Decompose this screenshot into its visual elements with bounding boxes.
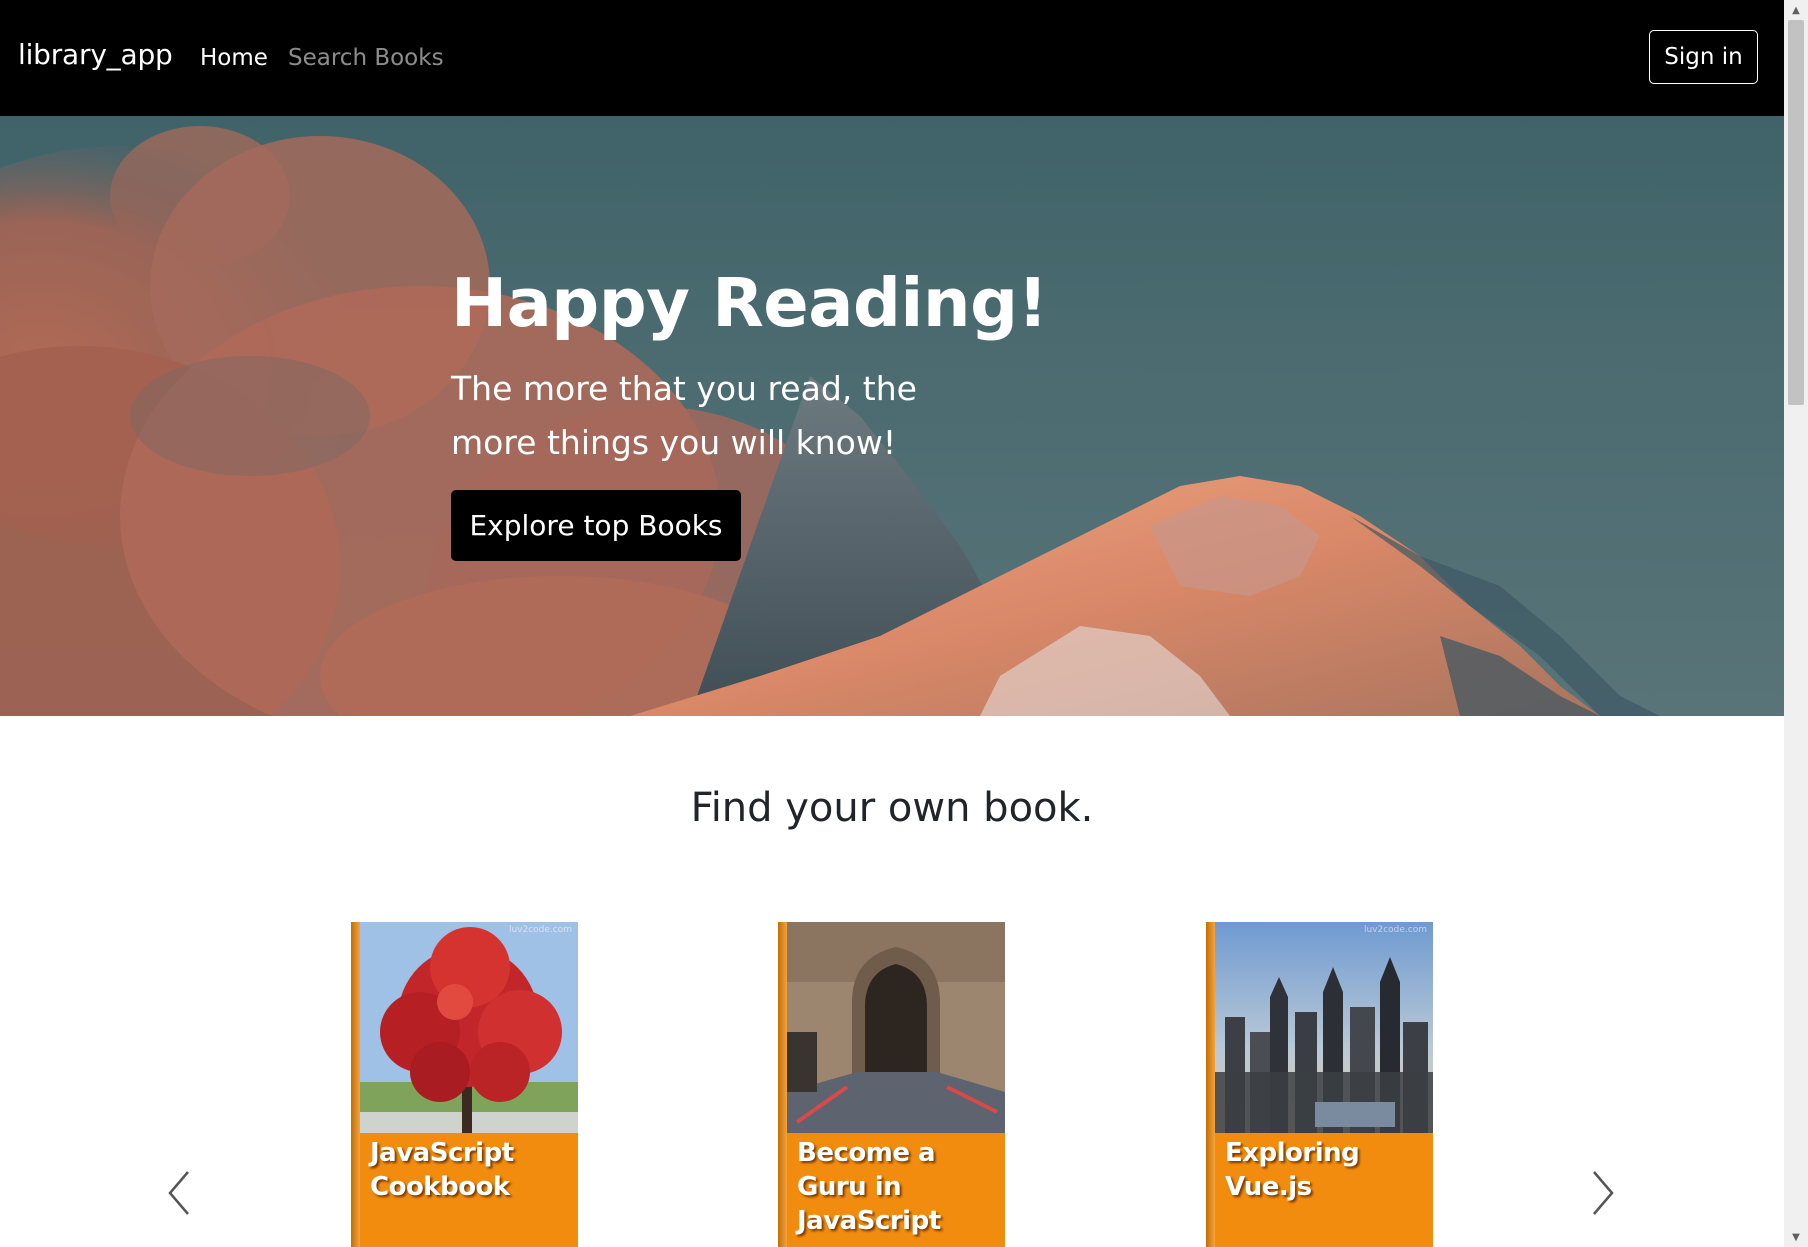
book-watermark: luv2code.com	[508, 925, 572, 935]
hero-banner: Happy Reading! The more that you read, t…	[0, 116, 1784, 716]
book-card-exploring-vue-js[interactable]: luv2code.com Exploring Vue.js	[1206, 922, 1433, 1247]
page: library_app Home Search Books Sign in Ha…	[0, 0, 1808, 1247]
brand-logo[interactable]: library_app	[18, 38, 173, 71]
hero-subtitle: The more that you read, the more things …	[451, 369, 917, 462]
book-cover-image-skyline	[1215, 922, 1433, 1133]
chevron-left-icon[interactable]	[160, 1168, 200, 1218]
section-title: Find your own book.	[690, 785, 1094, 831]
book-title: Exploring Vue.js	[1225, 1138, 1360, 1202]
book-watermark: luv2code.com	[1363, 925, 1427, 935]
book-cover-image-tree	[360, 922, 578, 1133]
vertical-scrollbar[interactable]: ▲ ▼	[1784, 0, 1808, 1247]
nav-link-search-books[interactable]: Search Books	[288, 45, 444, 71]
navbar: library_app Home Search Books Sign in	[0, 0, 1784, 116]
book-spine	[1206, 922, 1215, 1247]
nav-link-home[interactable]: Home	[200, 45, 268, 71]
hero-title: Happy Reading!	[451, 264, 1048, 342]
book-spine	[778, 922, 787, 1247]
sign-in-button[interactable]: Sign in	[1649, 30, 1758, 84]
chevron-right-icon[interactable]	[1582, 1168, 1622, 1218]
book-title: Become a Guru in JavaScript	[797, 1138, 941, 1236]
triangle-up-icon[interactable]: ▲	[1784, 0, 1808, 20]
scrollbar-thumb[interactable]	[1788, 20, 1804, 405]
triangle-down-icon[interactable]: ▼	[1784, 1227, 1808, 1247]
book-spine	[351, 922, 360, 1247]
book-card-javascript-cookbook[interactable]: luv2code.com JavaScript Cookbook	[351, 922, 578, 1247]
book-cover-image-archway	[787, 922, 1005, 1133]
book-title: JavaScript Cookbook	[370, 1138, 514, 1202]
explore-top-books-button[interactable]: Explore top Books	[451, 490, 741, 561]
book-card-become-a-guru-in-javascript[interactable]: Become a Guru in JavaScript	[778, 922, 1005, 1247]
